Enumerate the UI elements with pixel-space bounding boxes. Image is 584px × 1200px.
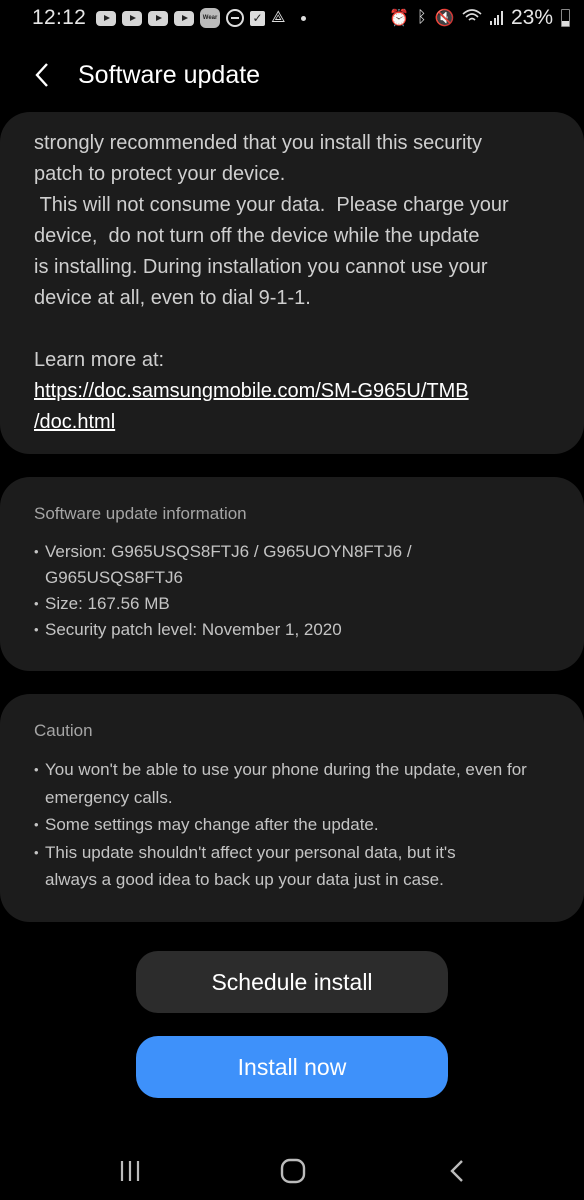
update-info-card: Software update information Version: G96… [0,477,584,671]
youtube-icon [96,10,117,26]
wifi-icon [462,8,482,29]
home-icon [280,1158,306,1184]
youtube-icon [122,10,143,26]
signal-icon [490,11,503,25]
caution-item: This update shouldn't affect your person… [34,839,550,894]
caution-item: Some settings may change after the updat… [34,811,550,839]
caution-title: Caution [34,721,93,740]
alarm-icon: ⏰ [389,10,409,27]
do-not-disturb-icon [226,9,245,27]
battery-icon [561,9,570,27]
chevron-left-icon [35,63,48,87]
schedule-install-button[interactable]: Schedule install [136,951,448,1013]
youtube-icon [148,10,169,26]
status-bar: 12:12 Wear ✓ ⟁ ⏰ ᛒ 🔇 23% [0,0,584,36]
status-time: 12:12 [32,6,87,29]
info-list: Version: G965USQS8FTJ6 / G965UOYN8FTJ6 /… [34,539,550,643]
caution-list: You won't be able to use your phone duri… [34,756,550,894]
more-dot-icon [301,15,307,21]
install-now-button[interactable]: Install now [136,1036,448,1098]
navigation-bar [0,1140,584,1200]
size-item: Size: 167.56 MB [34,591,550,617]
learn-more-label: Learn more at: [34,349,165,371]
app-bar: Software update [0,44,584,106]
update-description-card: …your device. It is strongly recommended… [0,112,584,454]
learn-more-link[interactable]: https://doc.samsungmobile.com/SM-G965U/T… [34,376,550,438]
version-item: Version: G965USQS8FTJ6 / G965UOYN8FTJ6 /… [34,539,550,591]
info-card-title: Software update information [34,504,247,523]
triangle-logo-icon: ⟁ [271,9,286,26]
caution-card: Caution You won't be able to use your ph… [0,694,584,922]
update-description: strongly recommended that you install th… [34,132,509,309]
back-button[interactable] [22,55,62,95]
youtube-icon [174,10,195,26]
checkbox-task-icon: ✓ [250,10,266,26]
battery-percent: 23% [510,6,553,29]
home-button[interactable] [273,1156,313,1186]
bluetooth-icon: ᛒ [416,9,427,26]
security-patch-item: Security patch level: November 1, 2020 [34,617,550,643]
page-title: Software update [78,60,261,89]
nav-back-button[interactable] [437,1156,477,1186]
wear-os-icon: Wear [200,8,221,28]
caution-item: You won't be able to use your phone duri… [34,756,550,811]
recent-apps-icon [120,1161,140,1181]
vibrate-mute-icon: 🔇 [434,10,455,27]
recent-apps-button[interactable] [110,1156,150,1186]
back-icon [450,1160,463,1182]
